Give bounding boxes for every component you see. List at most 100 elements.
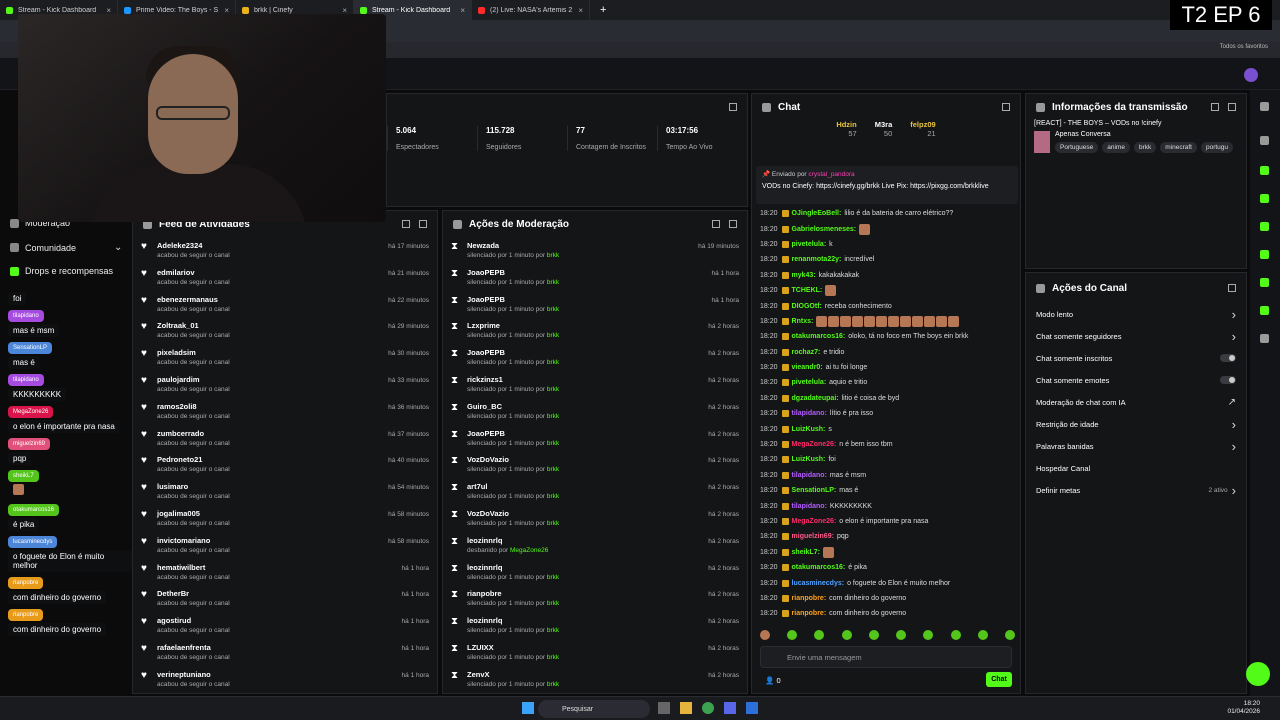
chat-username[interactable]: otakumarcos16: (792, 564, 846, 571)
filter-icon[interactable] (712, 220, 720, 228)
app-icon[interactable] (746, 702, 758, 714)
follower-name[interactable]: edmilariov (157, 268, 388, 277)
edit-icon[interactable] (1211, 103, 1219, 111)
follower-name[interactable]: paulojardim (157, 375, 388, 384)
channel-action-item[interactable]: Definir metas 2 ativo › (1026, 479, 1246, 501)
moderated-user[interactable]: art7ul (467, 482, 708, 491)
explorer-icon[interactable] (680, 702, 692, 714)
chat-username[interactable]: LuizKush: (792, 426, 826, 433)
moderator-name[interactable]: brkk (547, 413, 559, 420)
emote-icon[interactable] (787, 630, 798, 640)
moderated-user[interactable]: leozinnrlq (467, 616, 708, 625)
chat-send-button[interactable]: Chat (986, 672, 1012, 687)
chat-username[interactable]: sheikL7: (792, 549, 820, 556)
follower-name[interactable]: jogalima005 (157, 509, 388, 518)
chat-username[interactable]: TCHEKL: (792, 287, 823, 294)
chat-username[interactable]: rochaz7: (792, 349, 821, 356)
popout-icon[interactable] (1228, 284, 1236, 292)
chat-username[interactable]: dgzadateupai: (792, 395, 839, 402)
moderated-user[interactable]: ZenvX (467, 670, 708, 679)
moderator-name[interactable]: brkk (547, 520, 559, 527)
browser-tab[interactable]: (2) Live: NASA's Artemis 2 - × (472, 0, 590, 20)
follower-name[interactable]: zumbcerrado (157, 429, 388, 438)
all-bookmarks-link[interactable]: Todos os favoritos (1220, 44, 1268, 50)
chat-username[interactable]: rianpobre: (792, 610, 827, 617)
moderator-name[interactable]: brkk (547, 654, 559, 661)
chat-username[interactable]: Gabrielosmeneses: (792, 226, 857, 233)
follower-name[interactable]: invictomariano (157, 536, 388, 545)
new-tab-icon[interactable]: + (600, 4, 606, 16)
chat-username[interactable]: DIOGOtf: (792, 303, 822, 310)
channel-action-item[interactable]: Hospedar Canal (1026, 457, 1246, 479)
chat-username[interactable]: vieandr0: (792, 364, 823, 371)
moderator-name[interactable]: MegaZone26 (510, 547, 548, 554)
follower-name[interactable]: pixeladsim (157, 348, 388, 357)
tool-icon[interactable] (1260, 306, 1269, 315)
avatar[interactable] (1244, 68, 1258, 82)
channel-action-item[interactable]: Restrição de idade › (1026, 413, 1246, 435)
chat-input[interactable]: Envie uma mensagem (760, 646, 1012, 668)
nodes-icon[interactable] (1260, 334, 1269, 343)
channel-action-item[interactable]: Modo lento › (1026, 303, 1246, 325)
channel-action-item[interactable]: Palavras banidas › (1026, 435, 1246, 457)
emote-icon[interactable] (950, 630, 961, 640)
toggle-switch[interactable] (1220, 376, 1236, 384)
moderator-name[interactable]: brkk (547, 681, 559, 688)
follower-name[interactable]: lusimaro (157, 482, 388, 491)
moderator-name[interactable]: brkk (547, 359, 559, 366)
moderator-name[interactable]: brkk (547, 493, 559, 500)
chat-username[interactable]: tilapidano: (792, 472, 827, 479)
moderated-user[interactable]: Lzxprime (467, 321, 708, 330)
chat-username[interactable]: lucasminecdys: (792, 580, 845, 587)
moderated-user[interactable]: Newzada (467, 241, 698, 250)
emote-icon[interactable] (923, 630, 934, 640)
moderated-user[interactable]: JoaoPEPB (467, 268, 712, 277)
moderated-user[interactable]: rickzinzs1 (467, 375, 708, 384)
kick-chat-fab-button[interactable] (1246, 662, 1270, 686)
phone-icon[interactable] (1260, 194, 1269, 203)
info-icon[interactable] (1260, 102, 1269, 111)
moderated-user[interactable]: leozinnrlq (467, 563, 708, 572)
chat-username[interactable]: LuizKush: (792, 456, 826, 463)
moderated-user[interactable]: rianpobre (467, 589, 708, 598)
chat-username[interactable]: tilapidano: (792, 503, 827, 510)
tag-chip[interactable]: portugu (1200, 142, 1234, 153)
follower-name[interactable]: ebenezermanaus (157, 295, 388, 304)
emote-icon[interactable] (1004, 630, 1015, 640)
settings-icon[interactable] (1260, 136, 1269, 145)
pinned-message[interactable]: 📌 Enviado por crystal_pandora VODs no Ci… (756, 166, 1018, 204)
lightning-icon[interactable] (1260, 166, 1269, 175)
follower-name[interactable]: ramos2oli8 (157, 402, 388, 411)
taskbar-clock[interactable]: 18:20 01/04/2026 (1227, 700, 1260, 716)
moderator-name[interactable]: brkk (547, 627, 559, 634)
emote-icon[interactable] (760, 630, 770, 640)
follower-name[interactable]: verineptuniano (157, 670, 402, 679)
tag-chip[interactable]: Portuguese (1055, 142, 1099, 153)
moderator-name[interactable]: brkk (547, 466, 559, 473)
follower-name[interactable]: agostirud (157, 616, 402, 625)
moderated-user[interactable]: Guiro_BC (467, 402, 708, 411)
channel-action-item[interactable]: Chat somente seguidores › (1026, 325, 1246, 347)
popout-icon[interactable] (729, 220, 737, 228)
list-icon[interactable] (1260, 278, 1269, 287)
follower-name[interactable]: Pedroneto21 (157, 455, 388, 464)
taskview-icon[interactable] (658, 702, 670, 714)
chat-username[interactable]: MegaZone26: (792, 441, 837, 448)
emote-icon[interactable] (896, 630, 907, 640)
chat-icon[interactable] (1260, 222, 1269, 231)
chat-username[interactable]: SensationLP: (792, 487, 837, 494)
chat-username[interactable]: tilapidano: (792, 410, 827, 417)
toggle-switch[interactable] (1220, 354, 1236, 362)
sidebar-item-community[interactable]: Comunidade ⌄ (10, 242, 122, 253)
chat-username[interactable]: pivetelula: (792, 379, 827, 386)
chat-username[interactable]: pivetelula: (792, 241, 827, 248)
close-icon[interactable]: × (578, 6, 583, 15)
tag-chip[interactable]: anime (1102, 142, 1130, 153)
channel-action-item[interactable]: Chat somente emotes (1026, 369, 1246, 391)
moderator-name[interactable]: brkk (547, 440, 559, 447)
follower-name[interactable]: rafaelaenfrenta (157, 643, 402, 652)
follower-name[interactable]: Zoltraak_01 (157, 321, 388, 330)
chat-username[interactable]: renanmota22y: (792, 256, 842, 263)
tag-chip[interactable]: minecraft (1160, 142, 1197, 153)
sidebar-item-drops[interactable]: Drops e recompensas (10, 266, 113, 276)
